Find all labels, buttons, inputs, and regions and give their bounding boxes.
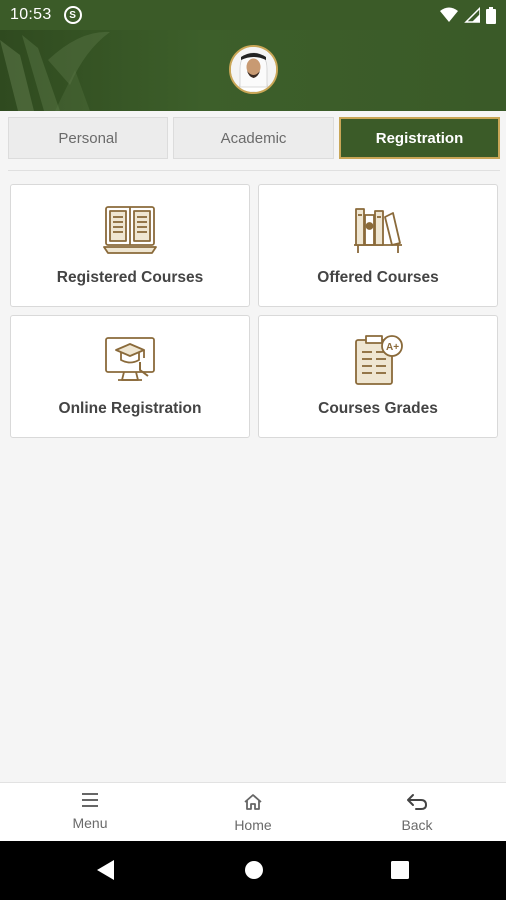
sync-icon: S (63, 6, 82, 24)
university-logo-watermark (0, 31, 110, 111)
profile-tabs: Personal Academic Registration (8, 117, 500, 159)
courses-grades-card[interactable]: A+ Courses Grades (258, 315, 498, 438)
wifi-icon (440, 7, 458, 22)
home-icon (244, 794, 262, 810)
registered-courses-card[interactable]: Registered Courses (10, 184, 250, 307)
system-recents-icon[interactable] (390, 859, 410, 881)
tab-academic[interactable]: Academic (173, 117, 334, 159)
system-navigation-bar (0, 841, 506, 900)
signal-icon (464, 7, 480, 23)
offered-courses-card[interactable]: Offered Courses (258, 184, 498, 307)
system-home-icon[interactable] (244, 859, 264, 881)
graduation-computer-icon (105, 337, 155, 381)
tab-personal[interactable]: Personal (8, 117, 168, 159)
online-registration-card[interactable]: Online Registration (10, 315, 250, 438)
app-header (0, 30, 506, 111)
tab-registration[interactable]: Registration (339, 117, 500, 159)
back-label: Back (401, 817, 433, 833)
offered-courses-label: Offered Courses (317, 269, 439, 286)
user-avatar[interactable] (229, 45, 278, 94)
bottom-navigation: Menu Home Back (0, 782, 506, 841)
menu-button[interactable]: Menu (30, 783, 150, 842)
courses-grades-label: Courses Grades (318, 400, 438, 417)
back-button[interactable]: Back (357, 783, 477, 842)
bookshelf-icon (354, 208, 402, 253)
grade-report-icon: A+ (355, 335, 403, 385)
battery-icon (486, 6, 496, 24)
divider (8, 170, 500, 171)
system-back-icon[interactable] (96, 859, 116, 881)
online-registration-label: Online Registration (58, 400, 202, 417)
back-arrow-icon (407, 794, 427, 810)
avatar-portrait-icon (231, 47, 276, 92)
menu-label: Menu (72, 815, 108, 831)
registered-courses-label: Registered Courses (56, 269, 204, 286)
status-bar: 10:53 S (0, 0, 506, 30)
home-label: Home (234, 817, 272, 833)
hamburger-menu-icon (82, 793, 98, 807)
book-icon (103, 206, 157, 254)
home-button[interactable]: Home (193, 783, 313, 842)
status-time: 10:53 (10, 6, 52, 23)
status-icons (440, 6, 496, 24)
svg-text:A+: A+ (386, 342, 399, 353)
